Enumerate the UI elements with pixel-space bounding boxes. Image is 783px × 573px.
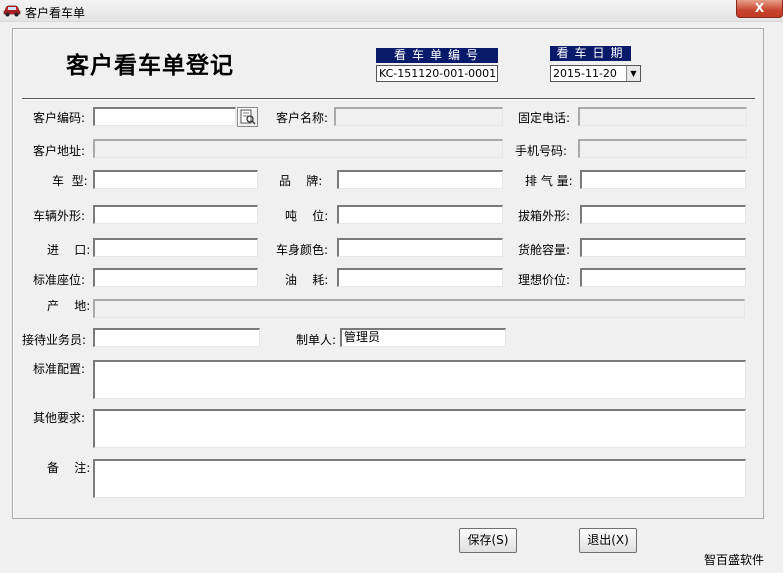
gearbox-shape-label: 拔箱外形: (518, 209, 571, 223)
standard-config-textarea[interactable] (93, 360, 746, 399)
import-label: 进 口: (47, 243, 91, 257)
close-button[interactable]: X (736, 0, 783, 18)
displacement-label: 排 气 量: (525, 174, 573, 188)
page-title: 客户看车单登记 (66, 52, 234, 79)
fuel-input[interactable] (337, 268, 503, 287)
brand-text: 智百盛软件 (704, 553, 765, 567)
salesperson-input[interactable] (93, 328, 260, 347)
address-label: 客户地址: (33, 144, 86, 158)
brand-label: 品 牌: (279, 174, 323, 188)
address-field (93, 139, 503, 158)
customer-code-label: 客户编码: (33, 111, 86, 125)
tonnage-label: 吨 位: (285, 209, 329, 223)
tonnage-input[interactable] (337, 205, 503, 224)
salesperson-label: 接待业务员: (22, 333, 87, 347)
title-bar: 客户看车单 X (0, 0, 783, 22)
search-icon (240, 109, 256, 125)
creator-label: 制单人: (296, 333, 337, 347)
brand-input[interactable] (337, 170, 503, 189)
fuel-label: 油 耗: (285, 273, 329, 287)
displacement-input[interactable] (580, 170, 746, 189)
window-title: 客户看车单 (25, 6, 86, 20)
car-icon (3, 5, 21, 17)
origin-label: 产 地: (47, 299, 91, 313)
car-model-label: 车 型: (52, 174, 88, 188)
seats-input[interactable] (93, 268, 258, 287)
order-no-value: KC-151120-001-0001 (376, 65, 498, 82)
phone-label: 固定电话: (518, 111, 571, 125)
order-no-label: 看车单编号 (376, 48, 498, 63)
seats-label: 标准座位: (33, 273, 86, 287)
chevron-down-icon[interactable]: ▼ (626, 66, 640, 81)
remarks-label: 备 注: (47, 461, 91, 475)
other-requirements-textarea[interactable] (93, 409, 746, 448)
other-requirements-label: 其他要求: (33, 411, 86, 425)
body-color-input[interactable] (337, 238, 503, 257)
customer-code-input[interactable] (93, 107, 236, 126)
date-picker[interactable]: 2015-11-20 ▼ (550, 65, 641, 82)
cargo-capacity-input[interactable] (580, 238, 746, 257)
creator-input[interactable]: 管理员 (340, 328, 506, 347)
gearbox-shape-input[interactable] (580, 205, 746, 224)
body-color-label: 车身颜色: (276, 243, 329, 257)
ideal-price-input[interactable] (580, 268, 746, 287)
body-shape-input[interactable] (93, 205, 258, 224)
header-divider (22, 98, 755, 100)
cargo-capacity-label: 货舱容量: (518, 243, 571, 257)
body-shape-label: 车辆外形: (33, 209, 86, 223)
origin-field (93, 299, 745, 318)
ideal-price-label: 理想价位: (518, 273, 571, 287)
mobile-field (578, 139, 747, 158)
customer-name-field (334, 107, 503, 126)
car-model-input[interactable] (93, 170, 258, 189)
date-label: 看车日期 (550, 46, 631, 61)
save-button[interactable]: 保存(S) (459, 528, 517, 553)
import-input[interactable] (93, 238, 258, 257)
standard-config-label: 标准配置: (33, 362, 86, 376)
exit-button[interactable]: 退出(X) (579, 528, 637, 553)
date-value: 2015-11-20 (553, 67, 617, 80)
mobile-label: 手机号码: (515, 144, 568, 158)
customer-lookup-button[interactable] (237, 107, 258, 127)
remarks-textarea[interactable] (93, 459, 746, 498)
customer-name-label: 客户名称: (276, 111, 329, 125)
phone-field (578, 107, 747, 126)
